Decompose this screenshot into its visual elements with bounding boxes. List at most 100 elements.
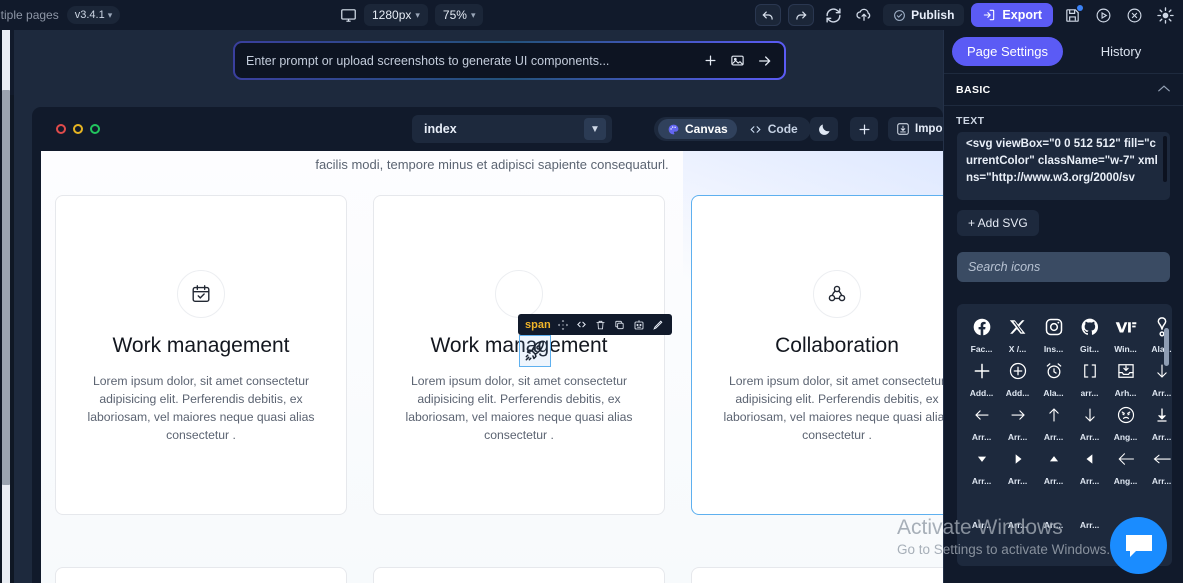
icon-item[interactable]: Ang... <box>1109 400 1142 444</box>
arrow-icon-e <box>1111 488 1141 518</box>
icon-grid-scrollbar[interactable] <box>1164 328 1169 366</box>
device-width-selector[interactable]: 1280px ▾ <box>364 4 428 26</box>
prompt-input[interactable]: Enter prompt or upload screenshots to ge… <box>246 54 692 68</box>
plus-icon[interactable] <box>702 52 719 69</box>
feature-card[interactable] <box>691 567 943 583</box>
version-selector[interactable]: v3.4.1 ▾ <box>66 6 121 24</box>
svg-code-textarea[interactable]: <svg viewBox="0 0 512 512" fill="current… <box>957 132 1170 200</box>
icon-item[interactable]: Arr... <box>1037 400 1070 444</box>
icon-item[interactable]: Arr... <box>1001 444 1034 488</box>
add-svg-button[interactable]: + Add SVG <box>957 210 1039 236</box>
icon-label: Arr... <box>1007 432 1028 442</box>
left-scrollbar-thumb[interactable] <box>2 90 10 485</box>
page-selector[interactable]: index ▼ <box>412 115 612 143</box>
icon-item[interactable]: Ins... <box>1037 312 1070 356</box>
icon-item[interactable]: Arr... <box>965 488 998 532</box>
prompt-bar-inner: Enter prompt or upload screenshots to ge… <box>235 43 784 78</box>
icon-item[interactable]: arr... <box>1073 356 1106 400</box>
feature-card[interactable] <box>373 567 665 583</box>
icon-item[interactable]: Arr... <box>1145 400 1172 444</box>
chat-support-button[interactable] <box>1110 517 1167 574</box>
icon-item[interactable]: Add... <box>965 356 998 400</box>
collaboration-nodes-icon <box>813 270 861 318</box>
icon-item[interactable]: Arr... <box>1073 488 1106 532</box>
tab-code[interactable]: Code <box>739 122 807 136</box>
trash-icon[interactable] <box>594 318 608 332</box>
theme-toggle-button[interactable] <box>810 117 838 141</box>
panel-tabs: Page Settings History <box>944 30 1183 74</box>
undo-button[interactable] <box>755 4 782 26</box>
icon-item[interactable]: Arr... <box>1037 488 1070 532</box>
icon-item[interactable]: Arr... <box>1001 488 1034 532</box>
icon-item[interactable]: Ang... <box>1109 444 1142 488</box>
icon-item[interactable]: Arr... <box>965 400 998 444</box>
icon-item[interactable]: Arr... <box>1037 444 1070 488</box>
pencil-icon[interactable] <box>651 318 665 332</box>
feature-card[interactable]: Work management Lorem ipsum dolor, sit a… <box>55 195 347 515</box>
close-circle-icon[interactable] <box>1122 3 1146 27</box>
moon-icon <box>818 124 829 135</box>
refresh-icon[interactable] <box>821 3 845 27</box>
icon-item[interactable]: Fac... <box>965 312 998 356</box>
icon-item[interactable]: Arr... <box>1001 400 1034 444</box>
icon-item[interactable]: Win... <box>1109 312 1142 356</box>
import-button[interactable]: Import <box>888 117 943 141</box>
icon-item[interactable]: Arr... <box>1073 400 1106 444</box>
icon-search-field[interactable]: Search icons <box>957 252 1170 282</box>
device-frame: index ▼ Canvas Code Impo facilis modi, t… <box>32 107 943 583</box>
sun-icon[interactable] <box>1153 3 1177 27</box>
icon-item[interactable]: Arr... <box>965 444 998 488</box>
chevron-down-icon: ▾ <box>415 9 420 20</box>
add-page-button[interactable] <box>850 117 878 141</box>
code-icon[interactable] <box>575 318 589 332</box>
feature-card-body: Lorem ipsum dolor, sit amet consectetur … <box>405 374 633 442</box>
icon-label: Ang... <box>1113 476 1138 486</box>
minimize-dot-icon[interactable] <box>73 124 83 134</box>
chevron-down-icon[interactable]: ▼ <box>584 118 606 140</box>
arrow-icon-f <box>1147 488 1173 518</box>
tab-history[interactable]: History <box>1067 37 1175 66</box>
chevron-up-icon[interactable] <box>1157 84 1171 96</box>
prompt-bar[interactable]: Enter prompt or upload screenshots to ge… <box>233 41 786 80</box>
device-width-label: 1280px <box>372 8 412 22</box>
selected-element-rocket-icon[interactable] <box>519 335 551 367</box>
export-button[interactable]: Export <box>971 3 1053 27</box>
redo-button[interactable] <box>788 4 815 26</box>
alarm-clock-icon <box>1039 356 1069 386</box>
publish-button[interactable]: Publish <box>883 4 965 26</box>
feature-card-selected[interactable]: Collaboration Lorem ipsum dolor, sit ame… <box>691 195 943 515</box>
icon-item[interactable]: Add... <box>1001 356 1034 400</box>
send-arrow-icon[interactable] <box>756 52 773 69</box>
brackets-icon <box>1075 356 1105 386</box>
play-circle-icon[interactable] <box>1091 3 1115 27</box>
arrow-down-icon <box>1075 400 1105 430</box>
caret-up-icon <box>1039 444 1069 474</box>
maximize-dot-icon[interactable] <box>90 124 100 134</box>
tab-canvas[interactable]: Canvas <box>658 119 737 139</box>
save-icon[interactable] <box>1060 3 1084 27</box>
image-icon[interactable] <box>729 52 746 69</box>
icon-label: Arr... <box>1151 476 1172 486</box>
icon-item[interactable]: Arr... <box>1145 444 1172 488</box>
view-mode-switch: Canvas Code <box>654 117 811 141</box>
monitor-icon[interactable] <box>340 7 357 24</box>
icon-item[interactable]: Arr... <box>1073 444 1106 488</box>
section-basic-header[interactable]: BASIC <box>944 74 1183 106</box>
robot-icon[interactable] <box>632 318 646 332</box>
icon-label: Arr... <box>971 432 992 442</box>
close-dot-icon[interactable] <box>56 124 66 134</box>
icon-item[interactable]: Ala... <box>1037 356 1070 400</box>
plus-icon <box>967 356 997 386</box>
zoom-selector[interactable]: 75% ▾ <box>434 4 484 26</box>
duplicate-icon[interactable] <box>613 318 627 332</box>
icon-item[interactable]: X /... <box>1001 312 1034 356</box>
icon-item[interactable]: Git... <box>1073 312 1106 356</box>
icon-item[interactable]: Arh... <box>1109 356 1142 400</box>
tab-page-settings[interactable]: Page Settings <box>952 37 1063 66</box>
calendar-check-icon <box>177 270 225 318</box>
icon-label: Arr... <box>1079 520 1100 530</box>
feature-card[interactable] <box>55 567 347 583</box>
cloud-upload-icon[interactable] <box>852 3 876 27</box>
textarea-scrollbar[interactable] <box>1163 136 1167 182</box>
move-icon[interactable] <box>556 318 570 332</box>
